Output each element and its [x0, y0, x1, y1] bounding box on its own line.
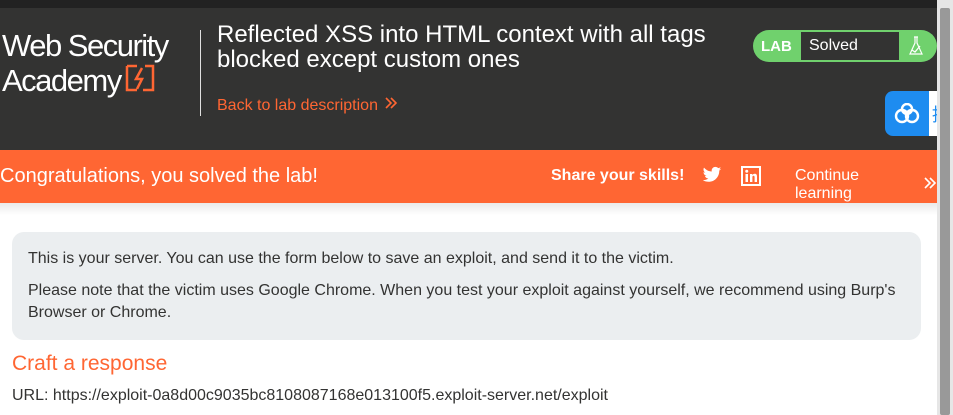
lab-title: Reflected XSS into HTML context with all…	[217, 21, 706, 73]
server-info-notice: This is your server. You can use the for…	[12, 232, 921, 340]
header-divider	[200, 30, 201, 116]
web-security-academy-logo[interactable]: Web Security Academy	[2, 28, 169, 100]
double-chevron-right-icon	[923, 176, 937, 195]
logo-line-2: Academy	[2, 63, 122, 98]
craft-response-heading: Craft a response	[12, 352, 168, 375]
lab-status-badge: LAB Solved	[753, 30, 937, 62]
double-chevron-right-icon	[384, 96, 398, 115]
banner-shadow	[0, 203, 937, 215]
twitter-icon[interactable]	[702, 166, 722, 189]
congratulations-message: Congratulations, you solved the lab!	[0, 165, 318, 187]
notice-text-2: Please note that the victim uses Google …	[28, 282, 896, 321]
page-scrollbar[interactable]	[937, 0, 953, 415]
flask-icon	[901, 32, 931, 60]
badge-lab-label: LAB	[761, 37, 792, 55]
back-link-label: Back to lab description	[217, 96, 378, 114]
top-edge	[0, 0, 937, 8]
scrollbar-thumb[interactable]	[940, 8, 950, 415]
logo-bolt-icon	[125, 62, 155, 100]
cloud-link-icon	[885, 91, 929, 136]
continue-learning-link[interactable]: Continue learning	[795, 167, 937, 203]
logo-line-1: Web Security	[2, 28, 169, 63]
badge-status-text: Solved	[801, 32, 899, 60]
continue-learning-label: Continue learning	[795, 167, 860, 202]
top-header: Web Security Academy Reflected XSS into …	[0, 0, 953, 150]
exploit-url-text: URL: https://exploit-0a8d00c9035bc810808…	[12, 387, 608, 404]
solved-banner: Congratulations, you solved the lab! Sha…	[0, 150, 937, 203]
share-skills-label: Share your skills!	[551, 167, 685, 184]
linkedin-icon[interactable]	[741, 166, 761, 191]
notice-text-1: This is your server. You can use the for…	[28, 250, 674, 267]
back-to-lab-description-link[interactable]: Back to lab description	[217, 96, 398, 115]
